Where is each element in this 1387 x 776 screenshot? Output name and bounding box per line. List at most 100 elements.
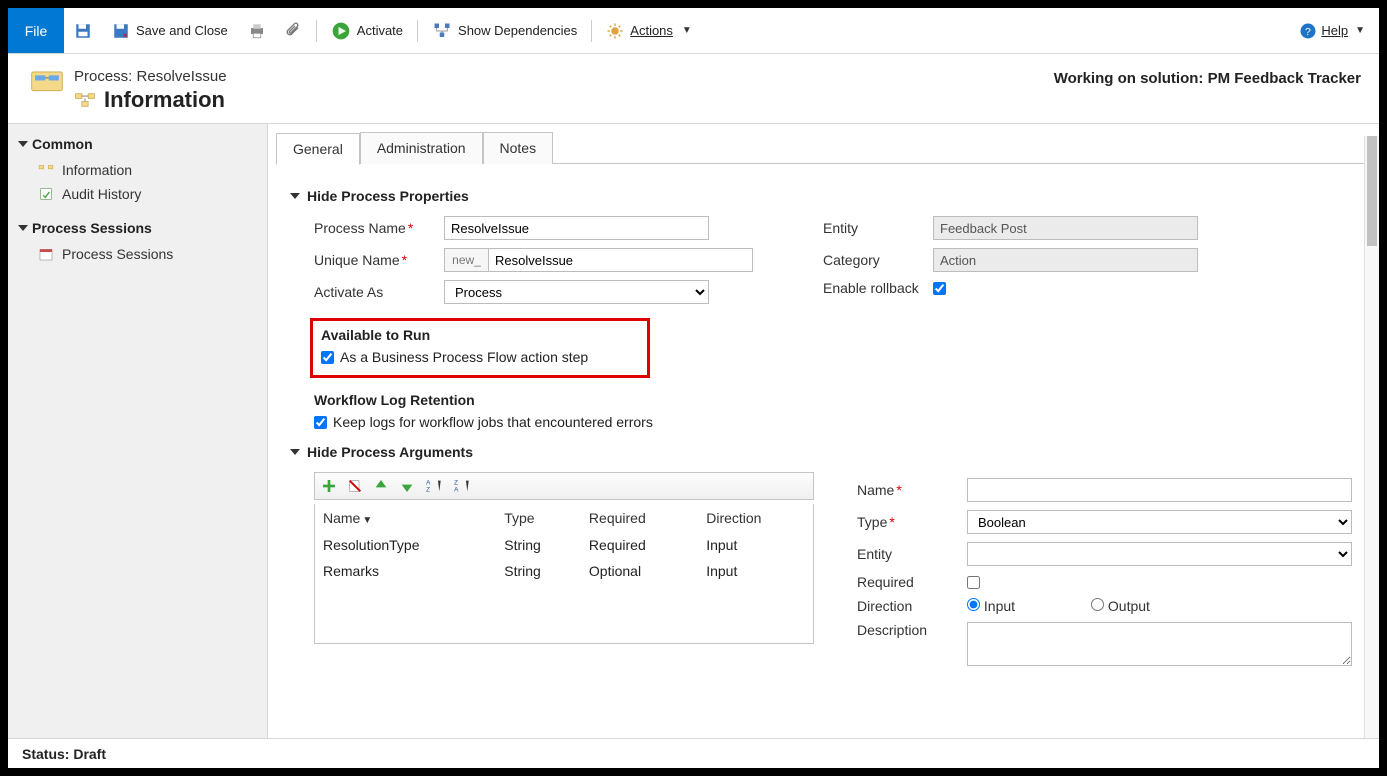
toggle-process-properties[interactable]: Hide Process Properties: [290, 188, 1345, 204]
process-name-input[interactable]: [444, 216, 709, 240]
save-close-icon: ×: [112, 22, 130, 40]
add-icon[interactable]: [321, 478, 337, 494]
arg-type-label: Type*: [857, 514, 967, 530]
sidebar-item-label: Process Sessions: [62, 246, 173, 262]
arg-type-select[interactable]: Boolean: [967, 510, 1352, 534]
dependencies-icon: [432, 22, 452, 40]
file-menu[interactable]: File: [8, 8, 64, 53]
enable-rollback-checkbox[interactable]: [933, 282, 946, 295]
svg-text:?: ?: [1305, 25, 1311, 37]
col-direction[interactable]: Direction: [698, 504, 813, 532]
page-header: Process: ResolveIssue Information Workin…: [8, 54, 1379, 123]
actions-label: Actions: [630, 23, 673, 38]
svg-text:×: ×: [123, 30, 128, 40]
available-to-run-heading: Available to Run: [321, 327, 639, 343]
actions-menu[interactable]: Actions ▼: [596, 8, 702, 53]
activate-as-label: Activate As: [314, 284, 444, 300]
svg-text:Z: Z: [426, 486, 430, 493]
unique-name-label: Unique Name*: [314, 252, 444, 268]
sidebar-item-label: Information: [62, 162, 132, 178]
arguments-toolbar: AZ ZA: [314, 472, 814, 500]
process-icon: [38, 163, 54, 177]
page-title: Information: [104, 87, 225, 113]
arg-required-checkbox[interactable]: [967, 576, 980, 589]
arguments-table[interactable]: Name▼ Type Required Direction Resolution…: [314, 504, 814, 644]
toggle-process-arguments[interactable]: Hide Process Arguments: [290, 444, 1345, 460]
toolbar: File × Save and Close Activate: [8, 8, 1379, 54]
print-button[interactable]: [238, 8, 276, 53]
direction-input-option[interactable]: Input: [967, 598, 1077, 614]
help-menu[interactable]: ? Help ▼: [1299, 22, 1365, 40]
activate-as-select[interactable]: Process: [444, 280, 709, 304]
chevron-down-icon: [290, 449, 300, 455]
calendar-icon: [38, 246, 54, 262]
col-name[interactable]: Name▼: [315, 504, 496, 532]
arg-direction-label: Direction: [857, 598, 967, 614]
sidebar-item-audit-history[interactable]: Audit History: [18, 182, 257, 206]
enable-rollback-label: Enable rollback: [823, 280, 933, 296]
chevron-down-icon: ▼: [1355, 25, 1365, 36]
process-badge-icon: [30, 68, 64, 98]
entity-field: [933, 216, 1198, 240]
toolbar-separator: [417, 20, 418, 42]
save-and-close-label: Save and Close: [136, 23, 228, 38]
print-icon: [248, 22, 266, 40]
sort-asc-icon[interactable]: AZ: [425, 478, 443, 494]
sidebar-group-sessions[interactable]: Process Sessions: [18, 220, 257, 236]
unique-name-prefix: new_: [444, 248, 488, 272]
col-required[interactable]: Required: [581, 504, 698, 532]
log-retention-heading: Workflow Log Retention: [314, 392, 1345, 408]
play-icon: [331, 21, 351, 41]
keep-logs-label: Keep logs for workflow jobs that encount…: [333, 414, 653, 430]
svg-text:A: A: [426, 480, 431, 487]
arg-required-label: Required: [857, 574, 967, 590]
move-up-icon[interactable]: [373, 478, 389, 494]
paperclip-icon: [286, 22, 302, 40]
scrollbar-thumb[interactable]: [1367, 136, 1377, 246]
activate-button[interactable]: Activate: [321, 8, 413, 53]
table-row[interactable]: ResolutionTypeStringRequiredInput: [315, 532, 813, 558]
move-down-icon[interactable]: [399, 478, 415, 494]
status-text: Status: Draft: [22, 746, 106, 762]
available-to-run-highlight: Available to Run As a Business Process F…: [310, 318, 650, 378]
chevron-down-icon: [290, 193, 300, 199]
save-and-close-button[interactable]: × Save and Close: [102, 8, 238, 53]
help-icon: ?: [1299, 22, 1317, 40]
direction-output-option[interactable]: Output: [1091, 598, 1201, 614]
attach-button[interactable]: [276, 8, 312, 53]
keep-logs-checkbox[interactable]: [314, 416, 327, 429]
arg-description-input[interactable]: [967, 622, 1352, 666]
save-button[interactable]: [64, 8, 102, 53]
arg-name-label: Name*: [857, 482, 967, 498]
tab-general[interactable]: General: [276, 133, 360, 165]
bpf-action-step-label: As a Business Process Flow action step: [340, 349, 588, 365]
sidebar-item-information[interactable]: Information: [18, 158, 257, 182]
category-field: [933, 248, 1198, 272]
breadcrumb: Process: ResolveIssue: [74, 68, 227, 85]
delete-icon[interactable]: [347, 478, 363, 494]
process-name-label: Process Name*: [314, 220, 444, 236]
sort-desc-icon[interactable]: ZA: [453, 478, 471, 494]
svg-text:Z: Z: [454, 480, 458, 487]
unique-name-input[interactable]: [488, 248, 753, 272]
status-bar: Status: Draft: [8, 738, 1379, 768]
sidebar: Common Information Audit History Process…: [8, 124, 268, 738]
arg-entity-select[interactable]: [967, 542, 1352, 566]
toolbar-separator: [591, 20, 592, 42]
sidebar-item-label: Audit History: [62, 186, 141, 202]
sidebar-item-process-sessions[interactable]: Process Sessions: [18, 242, 257, 266]
category-label: Category: [823, 252, 933, 268]
show-dependencies-button[interactable]: Show Dependencies: [422, 8, 587, 53]
bpf-action-step-checkbox[interactable]: [321, 351, 334, 364]
show-dependencies-label: Show Dependencies: [458, 23, 577, 38]
entity-label: Entity: [823, 220, 933, 236]
col-type[interactable]: Type: [496, 504, 581, 532]
table-row[interactable]: RemarksStringOptionalInput: [315, 558, 813, 584]
tab-administration[interactable]: Administration: [360, 132, 483, 164]
sidebar-group-common[interactable]: Common: [18, 136, 257, 152]
audit-icon: [38, 186, 54, 202]
help-label: Help: [1321, 23, 1348, 38]
tab-notes[interactable]: Notes: [483, 132, 554, 164]
svg-text:A: A: [454, 486, 459, 493]
arg-name-input[interactable]: [967, 478, 1352, 502]
